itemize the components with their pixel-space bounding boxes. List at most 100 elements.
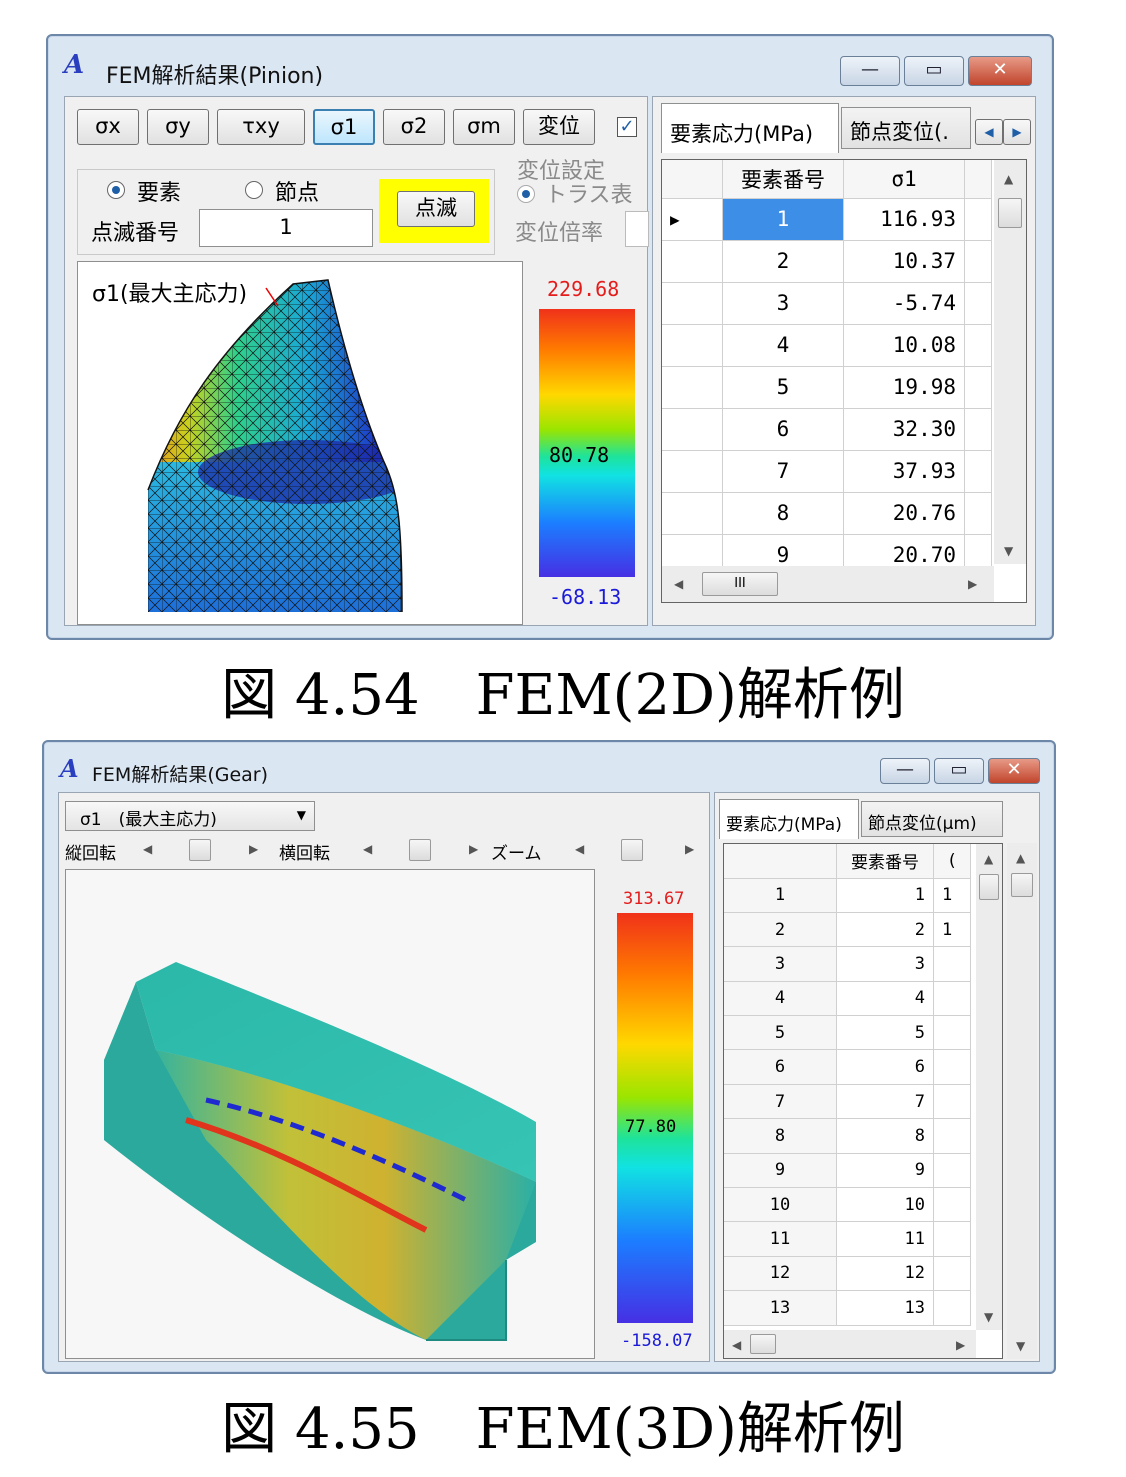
- table-row[interactable]: 221: [724, 912, 971, 948]
- cell-number[interactable]: 7: [722, 450, 844, 493]
- cell-number[interactable]: 5: [722, 366, 844, 409]
- cell-value[interactable]: [933, 1049, 971, 1085]
- maximize-button[interactable]: ▭: [934, 758, 984, 784]
- table-row[interactable]: 8 20.76: [662, 492, 992, 535]
- table-row[interactable]: 88: [724, 1118, 971, 1154]
- cell-value[interactable]: [933, 1015, 971, 1051]
- stress-combo[interactable]: σ1 (最大主応力) ▼: [65, 801, 315, 831]
- table-row[interactable]: 111: [724, 878, 971, 913]
- table-row[interactable]: 2 10.37: [662, 240, 992, 283]
- cell-number[interactable]: 7: [836, 1084, 934, 1120]
- tau-xy-button[interactable]: τxy: [217, 109, 305, 145]
- cell-value[interactable]: [933, 1153, 971, 1189]
- horizontal-rotation-thumb[interactable]: [409, 839, 431, 861]
- cell-value[interactable]: 10.08: [843, 324, 965, 367]
- cell-value[interactable]: 20.76: [843, 492, 965, 535]
- vertical-rotation-slider[interactable]: ◀ ▶: [133, 837, 263, 863]
- 3d-view[interactable]: [65, 869, 595, 1359]
- close-button[interactable]: ✕: [968, 56, 1032, 86]
- minimize-button[interactable]: —: [880, 758, 930, 784]
- horizontal-scroll-thumb[interactable]: III: [702, 572, 778, 596]
- maximize-button[interactable]: ▭: [904, 56, 964, 86]
- cell-value[interactable]: [933, 1256, 971, 1292]
- table-row[interactable]: 3 -5.74: [662, 282, 992, 325]
- scroll-up-arrow[interactable]: ▲: [1016, 851, 1025, 865]
- cell-value[interactable]: [933, 1290, 971, 1326]
- vertical-scroll-thumb[interactable]: [998, 198, 1022, 228]
- scroll-left-arrow[interactable]: ◀: [674, 577, 683, 591]
- cell-number[interactable]: 10: [836, 1187, 934, 1223]
- cell-value[interactable]: 1: [933, 878, 971, 913]
- table-row[interactable]: 6 32.30: [662, 408, 992, 451]
- tab-scroll-left[interactable]: ◀: [975, 119, 1003, 145]
- table-row[interactable]: 7 37.93: [662, 450, 992, 493]
- node-radio[interactable]: [245, 181, 263, 199]
- table-row[interactable]: 66: [724, 1049, 971, 1085]
- cell-value[interactable]: [933, 1084, 971, 1120]
- close-button[interactable]: ✕: [988, 758, 1040, 784]
- cell-value[interactable]: -5.74: [843, 282, 965, 325]
- cell-value[interactable]: [933, 1118, 971, 1154]
- cell-number[interactable]: 6: [836, 1049, 934, 1085]
- minimize-button[interactable]: —: [840, 56, 900, 86]
- sigma-y-button[interactable]: σy: [147, 109, 209, 145]
- horizontal-scrollbar[interactable]: ◀ ▶: [724, 1330, 976, 1358]
- vertical-rotation-thumb[interactable]: [189, 839, 211, 861]
- tab-node-displacement[interactable]: 節点変位(μm): [861, 801, 1003, 837]
- table-row[interactable]: 44: [724, 981, 971, 1017]
- inner-vertical-scrollbar[interactable]: ▲ ▼: [976, 844, 1002, 1330]
- cell-value[interactable]: 32.30: [843, 408, 965, 451]
- element-stress-grid[interactable]: 要素番号 ( 111 221 33 44 55 66 77 88 99 10 10…: [723, 843, 1003, 1359]
- table-row[interactable]: 10 10: [724, 1187, 971, 1223]
- scroll-down-arrow[interactable]: ▼: [1016, 1339, 1025, 1353]
- table-row[interactable]: 55: [724, 1015, 971, 1051]
- scroll-up-arrow[interactable]: ▲: [1004, 172, 1013, 186]
- slider-left-arrow[interactable]: ◀: [575, 842, 584, 856]
- table-row[interactable]: 13 13: [724, 1290, 971, 1326]
- table-row[interactable]: 99: [724, 1153, 971, 1189]
- displacement-button[interactable]: 変位: [523, 109, 595, 145]
- slider-left-arrow[interactable]: ◀: [363, 842, 372, 856]
- cell-value[interactable]: [933, 981, 971, 1017]
- vertical-scrollbar[interactable]: ▲ ▼: [994, 160, 1026, 564]
- outer-vertical-scrollbar[interactable]: ▲ ▼: [1007, 843, 1037, 1359]
- cell-value[interactable]: [933, 1221, 971, 1257]
- outer-scroll-thumb[interactable]: [1011, 873, 1033, 897]
- cell-number[interactable]: 8: [722, 492, 844, 535]
- sigma-2-button[interactable]: σ2: [383, 109, 445, 145]
- slider-left-arrow[interactable]: ◀: [143, 842, 152, 856]
- table-row[interactable]: 5 19.98: [662, 366, 992, 409]
- cell-number[interactable]: 1: [836, 878, 934, 913]
- cell-number[interactable]: 8: [836, 1118, 934, 1154]
- sigma-x-button[interactable]: σx: [77, 109, 139, 145]
- cell-value[interactable]: 1: [933, 912, 971, 948]
- slider-right-arrow[interactable]: ▶: [469, 842, 478, 856]
- tab-node-displacement[interactable]: 節点変位(.: [841, 107, 971, 149]
- cell-number[interactable]: 4: [836, 981, 934, 1017]
- cell-value[interactable]: 37.93: [843, 450, 965, 493]
- cell-number[interactable]: 11: [836, 1221, 934, 1257]
- cell-number[interactable]: 13: [836, 1290, 934, 1326]
- disp-scale-field[interactable]: [625, 211, 649, 247]
- slider-right-arrow[interactable]: ▶: [685, 842, 694, 856]
- scroll-right-arrow[interactable]: ▶: [956, 1338, 965, 1352]
- cell-value[interactable]: 10.37: [843, 240, 965, 283]
- blink-number-field[interactable]: 1: [199, 209, 373, 247]
- table-row[interactable]: 12 12: [724, 1256, 971, 1292]
- tab-element-stress[interactable]: 要素応力(MPa): [719, 799, 859, 839]
- scroll-right-arrow[interactable]: ▶: [968, 577, 977, 591]
- cell-value[interactable]: [933, 1187, 971, 1223]
- tab-element-stress[interactable]: 要素応力(MPa): [661, 103, 839, 153]
- blink-button[interactable]: 点滅: [397, 191, 475, 227]
- slider-right-arrow[interactable]: ▶: [249, 842, 258, 856]
- vertical-scroll-thumb[interactable]: [979, 874, 999, 900]
- cell-number[interactable]: 2: [836, 912, 934, 948]
- table-row[interactable]: 4 10.08: [662, 324, 992, 367]
- element-radio[interactable]: [107, 181, 125, 199]
- cell-number[interactable]: 3: [722, 282, 844, 325]
- cell-number[interactable]: 1: [722, 198, 844, 241]
- cell-value[interactable]: [933, 946, 971, 982]
- zoom-thumb[interactable]: [621, 839, 643, 861]
- scroll-up-arrow[interactable]: ▲: [984, 852, 993, 866]
- sigma-1-button[interactable]: σ1: [313, 109, 375, 145]
